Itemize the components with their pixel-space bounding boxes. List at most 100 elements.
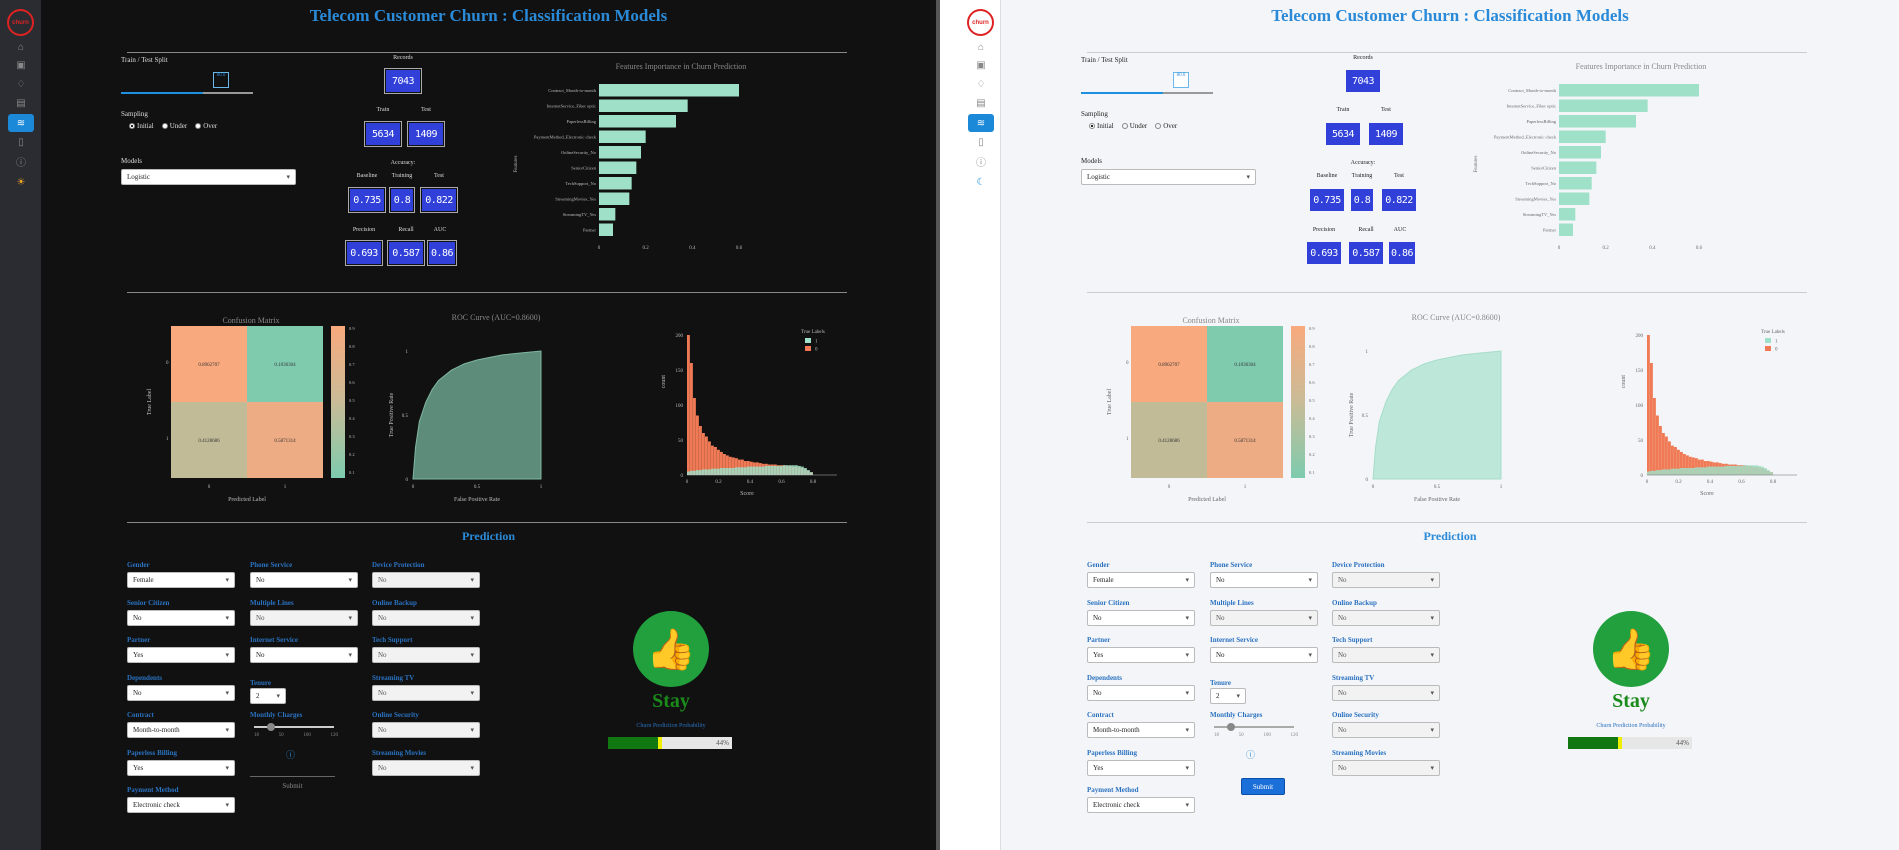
training-value: 0.8 bbox=[389, 187, 415, 213]
table-icon[interactable]: ▤ bbox=[8, 94, 34, 112]
histogram-bar-1 bbox=[735, 467, 738, 475]
histogram-bar-1 bbox=[723, 468, 726, 475]
tenure-stepper[interactable]: 2 bbox=[1210, 688, 1246, 704]
y-tick-label: 0 bbox=[1126, 361, 1129, 366]
contract-select[interactable]: Month-to-month bbox=[1087, 722, 1195, 738]
info-icon[interactable]: ⓘ bbox=[968, 152, 994, 170]
sampling-option-initial[interactable]: Initial bbox=[1089, 122, 1114, 130]
submit-button[interactable]: Submit bbox=[1241, 778, 1285, 795]
paperless-billing-select[interactable]: Yes bbox=[127, 759, 235, 776]
models-select[interactable]: Logistic bbox=[1081, 169, 1256, 185]
internet-service-select[interactable]: No bbox=[250, 647, 358, 663]
streaming-tv-select[interactable]: No bbox=[1332, 684, 1440, 701]
online-backup-select[interactable]: No bbox=[372, 609, 480, 626]
multiple-lines-select[interactable]: No bbox=[250, 609, 358, 626]
colorbar-tick-label: 0.1 bbox=[349, 470, 355, 475]
partner-select[interactable]: Yes bbox=[1087, 647, 1195, 663]
sampling-option-initial[interactable]: Initial bbox=[129, 122, 154, 130]
gender-select[interactable]: Female bbox=[1087, 572, 1195, 588]
legend-label[interactable]: 0 bbox=[1775, 348, 1778, 353]
sampling-option-over[interactable]: Over bbox=[1155, 122, 1177, 130]
tenure-stepper[interactable]: 2 bbox=[250, 688, 286, 704]
models-icon[interactable]: ≋ bbox=[8, 114, 34, 132]
online-backup-select[interactable]: No bbox=[1332, 609, 1440, 626]
models-select[interactable]: Logistic bbox=[121, 169, 296, 185]
streaming-movies-select[interactable]: No bbox=[1332, 759, 1440, 776]
probability-value: 44% bbox=[1676, 739, 1689, 747]
legend-label[interactable]: 1 bbox=[1775, 340, 1778, 345]
home-icon[interactable]: ⌂ bbox=[8, 38, 34, 56]
feature-tick-label: TechSupport_No bbox=[1525, 181, 1556, 186]
legend-label[interactable]: 1 bbox=[815, 340, 818, 345]
streaming-tv-select[interactable]: No bbox=[372, 684, 480, 701]
roc-chart: 0 0.5 1 0 0.5 1 False Positive Rate True Positi… bbox=[1349, 350, 1503, 503]
monthly-charges-handle[interactable] bbox=[1227, 723, 1235, 731]
multiple-lines-select[interactable]: No bbox=[1210, 609, 1318, 626]
senior-citizen-select[interactable]: No bbox=[1087, 609, 1195, 626]
histogram-bar-0 bbox=[1647, 335, 1650, 475]
probability-bar-fill bbox=[608, 737, 659, 749]
sampling-option-under[interactable]: Under bbox=[1121, 122, 1147, 130]
dependents-select[interactable]: No bbox=[127, 684, 235, 701]
histogram-bar-1 bbox=[1719, 466, 1722, 475]
contacts-icon[interactable]: ▣ bbox=[8, 56, 34, 74]
info-icon[interactable]: ⓘ bbox=[1246, 748, 1255, 761]
tech-support-select[interactable]: No bbox=[1332, 647, 1440, 663]
info-icon[interactable]: ⓘ bbox=[8, 152, 34, 170]
streaming-movies-select[interactable]: No bbox=[372, 759, 480, 776]
table-icon[interactable]: ▤ bbox=[968, 94, 994, 112]
device-protection-select[interactable]: No bbox=[372, 572, 480, 588]
contacts-icon[interactable]: ▣ bbox=[968, 56, 994, 74]
device-protection-select[interactable]: No bbox=[1332, 572, 1440, 588]
split-slider-handle[interactable]: 80.0 bbox=[1173, 72, 1189, 88]
document-icon[interactable]: ▯ bbox=[968, 133, 994, 151]
gender-select[interactable]: Female bbox=[127, 572, 235, 588]
sun-icon[interactable]: ☀ bbox=[8, 173, 34, 191]
app-logo[interactable]: churn bbox=[7, 9, 34, 36]
internet-service-select[interactable]: No bbox=[1210, 647, 1318, 663]
app-logo[interactable]: churn bbox=[967, 9, 994, 36]
payment-method-select[interactable]: Electronic check bbox=[127, 797, 235, 813]
monthly-charges-slider[interactable] bbox=[254, 726, 334, 728]
contract-select[interactable]: Month-to-month bbox=[127, 722, 235, 738]
recall-label: Recall bbox=[1358, 227, 1374, 233]
tech-support-select[interactable]: No bbox=[372, 647, 480, 663]
submit-button[interactable]: Submit bbox=[250, 776, 335, 790]
sampling-option-under[interactable]: Under bbox=[161, 122, 187, 130]
monthly-charges-slider[interactable] bbox=[1214, 726, 1294, 728]
split-slider-track[interactable] bbox=[203, 92, 253, 94]
histogram-bar-1 bbox=[1665, 469, 1668, 475]
monthly-charges-handle[interactable] bbox=[267, 723, 275, 731]
moon-icon[interactable]: ☾ bbox=[968, 173, 994, 191]
home-icon[interactable]: ⌂ bbox=[968, 38, 994, 56]
online-security-select[interactable]: No bbox=[1332, 722, 1440, 738]
histogram-bar-1 bbox=[1704, 467, 1707, 475]
split-slider-track[interactable] bbox=[1163, 92, 1213, 94]
models-icon[interactable]: ≋ bbox=[968, 114, 994, 132]
divider bbox=[1087, 52, 1807, 53]
sampling-option-over[interactable]: Over bbox=[195, 122, 217, 130]
test-accuracy-value: 0.822 bbox=[420, 187, 458, 213]
partner-select[interactable]: Yes bbox=[127, 647, 235, 663]
bulb-icon[interactable]: ♢ bbox=[8, 75, 34, 93]
payment-method-select[interactable]: Electronic check bbox=[1087, 797, 1195, 813]
document-icon[interactable]: ▯ bbox=[8, 133, 34, 151]
legend-label[interactable]: 0 bbox=[815, 348, 818, 353]
colorbar bbox=[331, 326, 345, 478]
paperless-billing-select[interactable]: Yes bbox=[1087, 759, 1195, 776]
training-value: 0.8 bbox=[1351, 189, 1373, 211]
phone-service-select[interactable]: No bbox=[1210, 572, 1318, 588]
info-icon[interactable]: ⓘ bbox=[286, 748, 295, 761]
histogram-bar-0 bbox=[693, 398, 696, 475]
bulb-icon[interactable]: ♢ bbox=[968, 75, 994, 93]
histogram-bar-1 bbox=[732, 468, 735, 475]
senior-citizen-select[interactable]: No bbox=[127, 609, 235, 626]
phone-service-select[interactable]: No bbox=[250, 572, 358, 588]
colorbar-tick-label: 0.2 bbox=[1309, 452, 1315, 457]
dependents-select[interactable]: No bbox=[1087, 684, 1195, 701]
online-security-select[interactable]: No bbox=[372, 722, 480, 738]
split-slider-handle[interactable]: 80.0 bbox=[213, 72, 229, 88]
sidebar: churn ⌂ ▣ ♢ ▤ ≋ ▯ ⓘ ☀ bbox=[0, 0, 41, 850]
histogram-bar-1 bbox=[1659, 470, 1662, 475]
x-tick-label: 0.4 bbox=[747, 480, 754, 485]
